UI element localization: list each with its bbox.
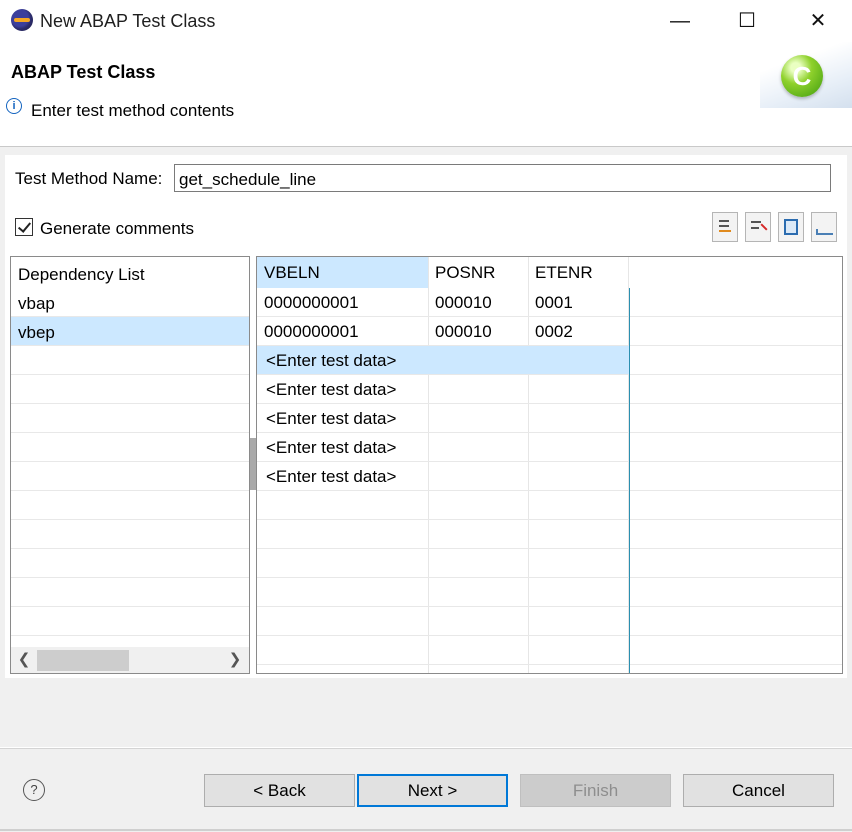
columns-button[interactable]	[778, 212, 804, 242]
cancel-button[interactable]: Cancel	[683, 774, 834, 807]
finish-button: Finish	[520, 774, 671, 807]
chart-button[interactable]	[811, 212, 837, 242]
table-row-empty	[257, 491, 842, 520]
list-row-empty	[11, 375, 249, 404]
page-title: ABAP Test Class	[11, 62, 156, 82]
table-cell-placeholder[interactable]: <Enter test data>	[266, 438, 396, 458]
scrollbar-thumb[interactable]	[37, 650, 129, 671]
list-row-empty	[11, 607, 249, 636]
scroll-right-icon[interactable]: ❯	[225, 650, 245, 670]
table-cell[interactable]: 0000000001	[264, 293, 359, 313]
maximize-button[interactable]: ☐	[717, 0, 777, 42]
dependency-list: Dependency List vbap vbep ❮ ❯	[10, 256, 250, 674]
list-item[interactable]: vbap	[11, 288, 249, 317]
generate-comments-checkbox[interactable]	[15, 218, 33, 236]
scroll-left-icon[interactable]: ❮	[14, 650, 34, 670]
abap-class-logo-icon: C	[781, 55, 823, 97]
back-button[interactable]: < Back	[204, 774, 355, 807]
list-row-empty	[11, 346, 249, 375]
test-data-table: VBELN POSNR ETENR 0000000001 000010 0001…	[256, 256, 843, 674]
table-row[interactable]: <Enter test data>	[257, 404, 842, 433]
generate-comments-label[interactable]: Generate comments	[40, 219, 194, 239]
table-row[interactable]: 0000000001 000010 0001	[257, 288, 842, 317]
list-row-empty	[11, 578, 249, 607]
table-row[interactable]: <Enter test data>	[257, 433, 842, 462]
table-cell[interactable]: 000010	[435, 322, 492, 342]
table-row-empty	[257, 549, 842, 578]
table-row[interactable]: <Enter test data>	[257, 375, 842, 404]
eclipse-app-icon	[11, 9, 33, 31]
table-cell-placeholder[interactable]: <Enter test data>	[266, 380, 396, 400]
window-title: New ABAP Test Class	[40, 11, 216, 31]
minimize-button[interactable]: —	[650, 0, 710, 42]
dependency-list-header: Dependency List	[11, 259, 249, 288]
table-cell-placeholder[interactable]: <Enter test data>	[266, 409, 396, 429]
column-header-posnr[interactable]: POSNR	[428, 257, 528, 288]
list-row-empty	[11, 491, 249, 520]
chart-icon	[816, 229, 833, 235]
delete-row-button[interactable]	[745, 212, 771, 242]
method-name-input[interactable]: get_schedule_line	[174, 164, 831, 192]
method-name-label: Test Method Name:	[15, 169, 163, 188]
page-description: Enter test method contents	[31, 101, 235, 120]
table-cell-placeholder[interactable]: <Enter test data>	[266, 351, 396, 371]
table-row-empty	[257, 607, 842, 636]
table-row-empty	[257, 520, 842, 549]
help-icon[interactable]: ?	[23, 779, 45, 801]
horizontal-scrollbar[interactable]: ❮ ❯	[11, 647, 249, 673]
table-row[interactable]: <Enter test data>	[257, 346, 842, 375]
add-row-button[interactable]	[712, 212, 738, 242]
table-cell[interactable]: 0002	[535, 322, 573, 342]
table-row-empty	[257, 636, 842, 665]
list-row-empty	[11, 462, 249, 491]
info-icon: i	[6, 98, 22, 114]
table-row[interactable]: 0000000001 000010 0002	[257, 317, 842, 346]
list-item[interactable]: vbep	[11, 317, 249, 346]
columns-icon	[784, 219, 798, 235]
list-row-empty	[11, 549, 249, 578]
column-header-vbeln[interactable]: VBELN	[257, 257, 428, 288]
list-item-label: vbap	[18, 294, 55, 313]
table-cell[interactable]: 000010	[435, 293, 492, 313]
next-button[interactable]: Next >	[357, 774, 508, 807]
table-row-empty	[257, 578, 842, 607]
table-cell-placeholder[interactable]: <Enter test data>	[266, 467, 396, 487]
dependency-list-title: Dependency List	[18, 265, 145, 284]
table-row[interactable]: <Enter test data>	[257, 462, 842, 491]
table-edge-marker	[629, 288, 630, 673]
table-cell[interactable]: 0001	[535, 293, 573, 313]
list-row-empty	[11, 520, 249, 549]
list-row-empty	[11, 433, 249, 462]
close-button[interactable]: ✕	[788, 0, 848, 42]
wizard-header	[0, 42, 852, 147]
list-item-label: vbep	[18, 323, 55, 342]
list-row-empty	[11, 404, 249, 433]
column-header-etenr[interactable]: ETENR	[528, 257, 628, 288]
table-cell[interactable]: 0000000001	[264, 322, 359, 342]
